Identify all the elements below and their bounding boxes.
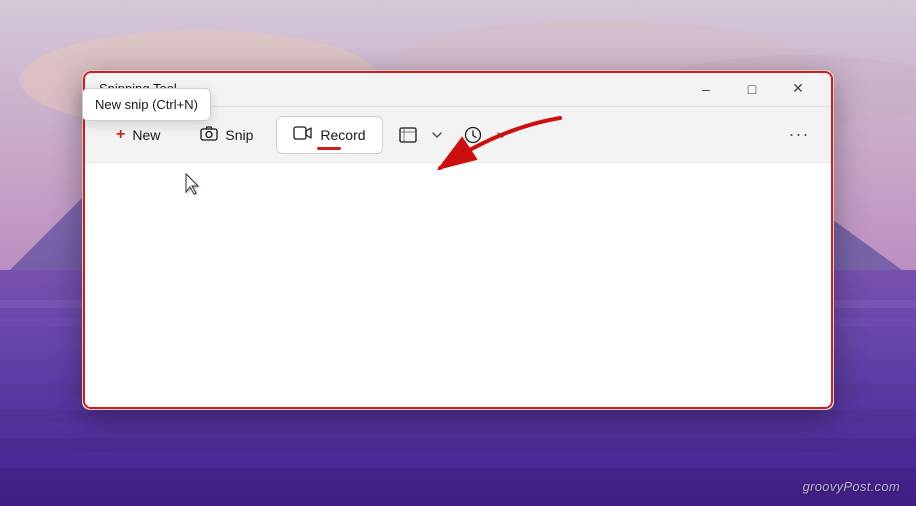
history-group <box>455 116 513 154</box>
new-button[interactable]: + New <box>99 116 177 154</box>
close-button[interactable]: ✕ <box>775 71 821 107</box>
more-options-button[interactable]: ··· <box>781 116 817 154</box>
history-button[interactable] <box>455 116 491 154</box>
snip-label: Snip <box>225 127 253 143</box>
video-icon <box>293 125 313 144</box>
screen-clip-group <box>389 115 449 155</box>
watermark: groovyPost.com <box>803 479 900 494</box>
record-button[interactable]: Record <box>276 116 382 154</box>
plus-icon: + <box>116 126 125 144</box>
content-area <box>83 163 833 410</box>
window-controls: – □ ✕ <box>683 71 821 107</box>
camera-icon <box>200 125 218 145</box>
screen-clip-dropdown[interactable] <box>426 116 448 154</box>
app-window: Snipping Tool – □ ✕ + New Snip <box>82 70 834 410</box>
history-dropdown[interactable] <box>491 116 513 154</box>
record-active-indicator <box>317 147 341 150</box>
new-label: New <box>132 127 160 143</box>
more-dots-icon: ··· <box>789 124 810 145</box>
record-label: Record <box>320 127 365 143</box>
minimize-button[interactable]: – <box>683 71 729 107</box>
snip-button[interactable]: Snip <box>183 116 270 154</box>
maximize-button[interactable]: □ <box>729 71 775 107</box>
tooltip: New snip (Ctrl+N) <box>82 88 211 121</box>
screen-clip-button[interactable] <box>390 116 426 154</box>
